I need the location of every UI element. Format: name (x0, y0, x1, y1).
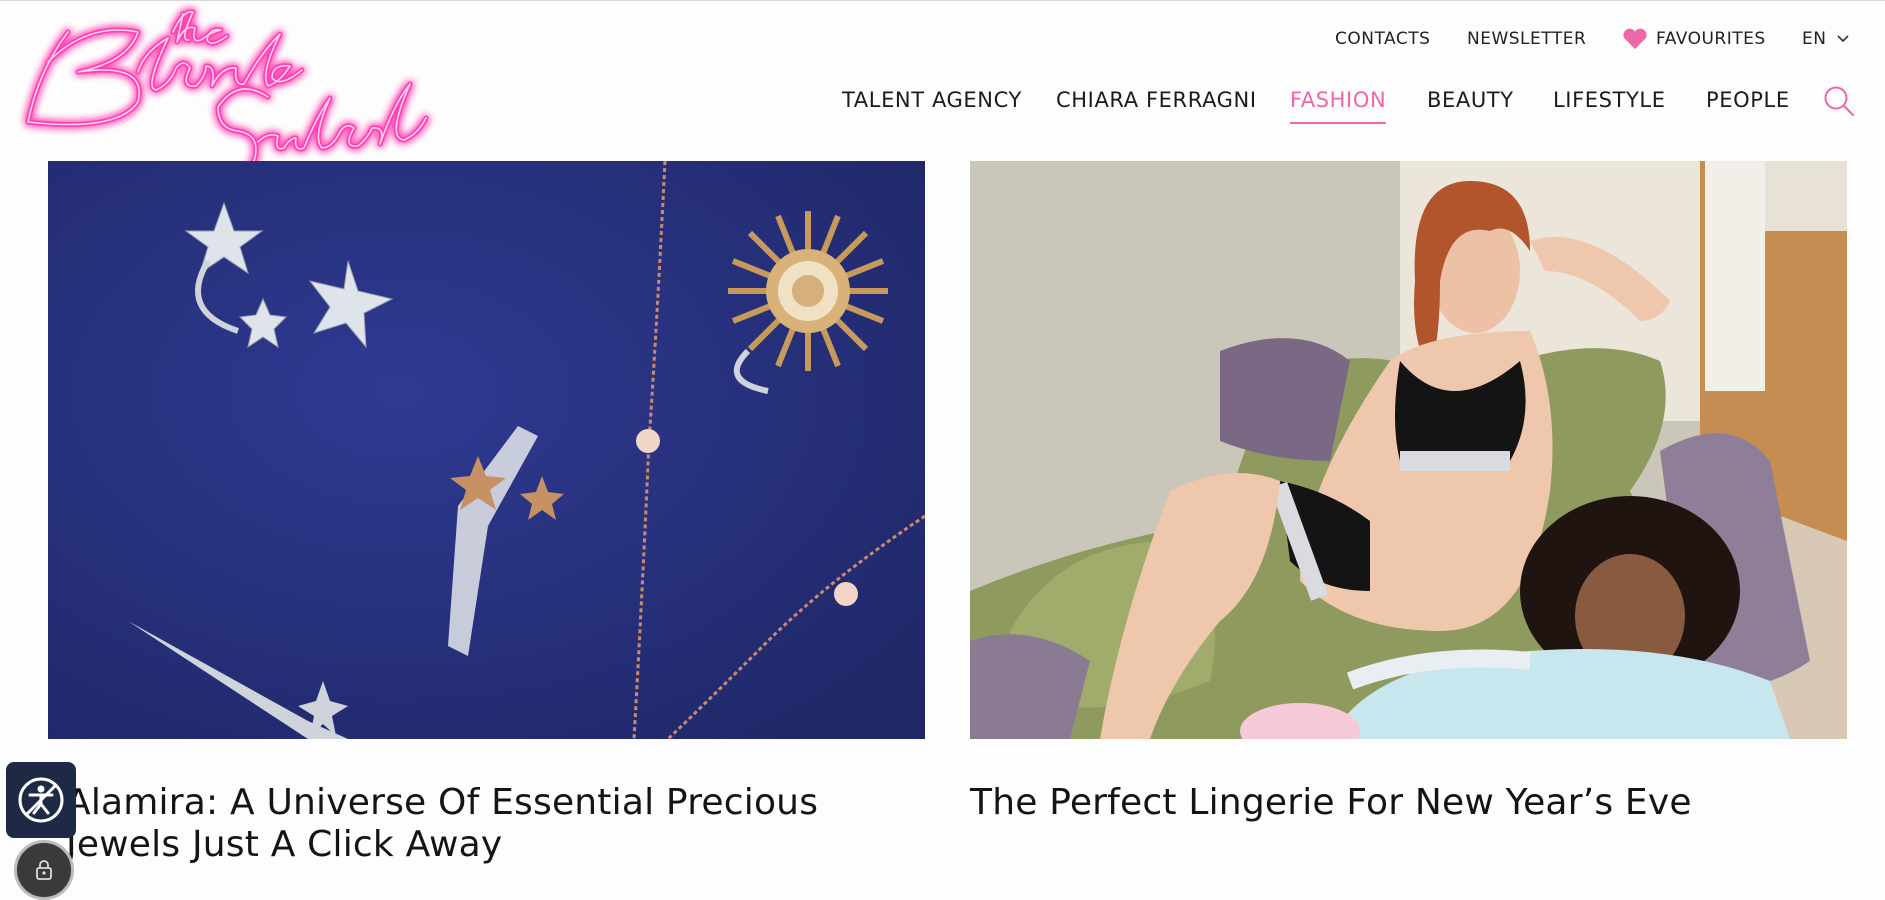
contacts-link[interactable]: CONTACTS (1335, 28, 1430, 50)
nav-talent-agency[interactable]: TALENT AGENCY (842, 88, 1022, 112)
article-image-jewels[interactable] (48, 161, 925, 739)
top-border (0, 0, 1885, 1)
accessibility-button[interactable] (6, 762, 76, 838)
contacts-label: CONTACTS (1335, 29, 1431, 49)
favourites-link[interactable]: FAVOURITES (1622, 28, 1766, 50)
nav-lifestyle[interactable]: LIFESTYLE (1553, 88, 1666, 112)
favourites-label: FAVOURITES (1656, 29, 1766, 49)
language-selector[interactable]: EN (1802, 28, 1850, 50)
article-image-lingerie[interactable] (970, 161, 1847, 739)
accessibility-icon (18, 777, 64, 823)
lock-icon (36, 860, 52, 880)
nav-chiara-ferragni[interactable]: CHIARA FERRAGNI (1056, 88, 1257, 112)
newsletter-link[interactable]: NEWSLETTER (1467, 28, 1586, 50)
language-label: EN (1802, 29, 1827, 49)
nav-people[interactable]: PEOPLE (1706, 88, 1790, 112)
article-title-lingerie[interactable]: The Perfect Lingerie For New Year’s Eve (970, 782, 1850, 824)
heart-icon (1623, 28, 1647, 49)
search-icon[interactable] (1822, 84, 1856, 118)
article-title-jewels[interactable]: Alamira: A Universe Of Essential Preciou… (66, 782, 936, 866)
chevron-down-icon (1837, 35, 1850, 43)
newsletter-label: NEWSLETTER (1467, 29, 1587, 49)
nav-fashion[interactable]: FASHION (1290, 88, 1387, 124)
nav-beauty[interactable]: BEAUTY (1427, 88, 1514, 112)
lock-button[interactable] (14, 840, 74, 900)
